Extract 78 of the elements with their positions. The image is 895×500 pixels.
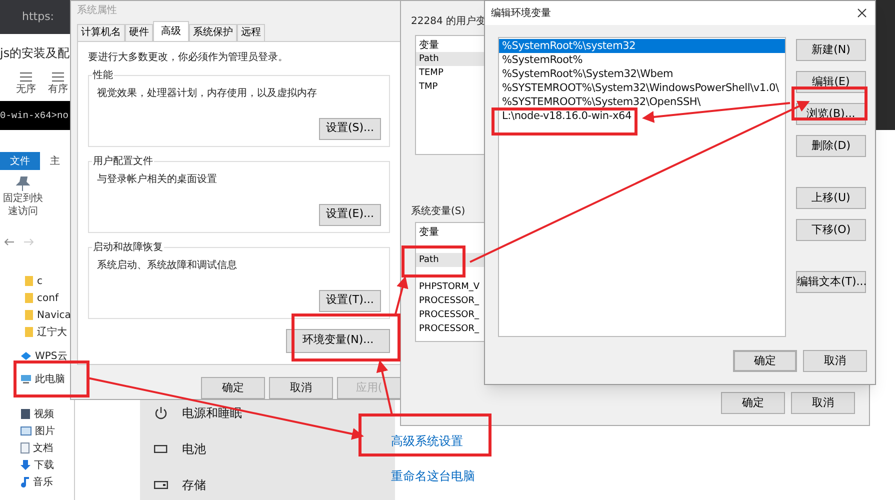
nav-item[interactable]: 视频	[34, 406, 54, 422]
toolbar-label[interactable]: 无序	[16, 82, 36, 97]
tab[interactable]: 硬件	[125, 24, 153, 41]
nav-item[interactable]: 辽宁大	[37, 324, 67, 340]
dialog-button[interactable]: 确定	[201, 377, 265, 399]
annotation-box	[402, 246, 466, 278]
nav-item[interactable]: 下载	[34, 458, 54, 472]
tab[interactable]: 系统保护	[189, 24, 237, 41]
section-title: 系统变量(S)	[411, 204, 466, 219]
dialog-button[interactable]: 设置(T)...	[319, 290, 381, 312]
path-entry[interactable]: %SYSTEMROOT%\System32\WindowsPowerShell\v1.0\	[499, 81, 785, 95]
pin-icon	[16, 176, 30, 192]
back-arrow-icon[interactable]	[4, 238, 14, 246]
dialog-button[interactable]: 环境变量(N)...	[286, 328, 390, 353]
settings-item[interactable]: 电池	[182, 440, 206, 458]
admin-notice: 要进行大多数更改，你必须作为管理员登录。	[88, 50, 289, 65]
music-note-icon	[20, 476, 30, 488]
power-icon	[154, 406, 168, 420]
nav-item[interactable]: conf	[37, 290, 58, 306]
dialog-button[interactable]: 新建(N)	[796, 39, 866, 61]
window-title: 系统属性	[77, 4, 118, 18]
dialog-button[interactable]: 编辑文本(T)...	[796, 271, 866, 293]
column-header: 变量	[418, 226, 440, 239]
folder-icon	[24, 292, 34, 304]
annotation-arrow	[376, 360, 393, 416]
dialog-button[interactable]: 确定	[721, 392, 785, 414]
dialog-button[interactable]: 取消	[803, 350, 867, 372]
folder-icon	[24, 326, 34, 338]
page-title: js的安装及配	[0, 45, 70, 62]
folder-icon	[24, 275, 34, 287]
dialog-button[interactable]: 取消	[269, 377, 333, 399]
storage-drive-icon	[154, 481, 168, 489]
path-entry[interactable]: %SystemRoot%\system32	[499, 39, 785, 53]
path-entry[interactable]: %SystemRoot%	[499, 53, 785, 67]
folder-icon	[24, 309, 34, 321]
document-icon	[20, 442, 30, 454]
nav-item[interactable]: 文档	[33, 440, 53, 456]
terminal-line: 0-win-x64>no	[0, 110, 68, 121]
picture-icon	[20, 426, 32, 436]
group-description: 与登录帐户相关的桌面设置	[97, 172, 218, 187]
annotation-arrow	[394, 276, 408, 316]
nav-item[interactable]: c	[37, 274, 42, 288]
window-title: 编辑环境变量	[491, 6, 551, 20]
dialog-button[interactable]: 上移(U)	[796, 187, 866, 209]
group-description: 系统启动、系统故障和调试信息	[97, 258, 238, 273]
dialog-button[interactable]: 设置(E)...	[319, 204, 381, 226]
dialog-button[interactable]: 设置(S)...	[319, 118, 381, 140]
url-text: https:	[22, 8, 54, 25]
group-description: 视觉效果，处理器计划，内存使用，以及虚拟内存	[97, 86, 318, 101]
dialog-button[interactable]: 确定	[733, 350, 797, 372]
settings-item[interactable]: 存储	[182, 476, 206, 494]
path-entry[interactable]: L:\node-v18.16.0-win-x64	[499, 109, 785, 123]
nav-item[interactable]: 音乐	[33, 474, 53, 490]
settings-link[interactable]: 高级系统设置	[391, 432, 475, 450]
close-icon[interactable]	[857, 8, 867, 18]
list-icon	[20, 72, 32, 82]
nav-item[interactable]: WPS云	[35, 348, 68, 364]
tab[interactable]: 计算机名	[77, 24, 125, 41]
computer-icon	[20, 374, 32, 384]
dialog-button[interactable]: 取消	[791, 392, 855, 414]
nav-item[interactable]: 此电脑	[35, 372, 65, 386]
browser-address-bar[interactable]: https:	[0, 0, 70, 34]
settings-link[interactable]: 重命名这台电脑	[391, 467, 475, 485]
path-entry[interactable]: %SYSTEMROOT%\System32\OpenSSH\	[499, 95, 785, 109]
nav-item[interactable]: 图片	[35, 424, 55, 438]
column-header: 变量	[418, 38, 440, 52]
download-icon	[20, 459, 31, 471]
nav-item[interactable]: Navica	[37, 308, 71, 322]
toolbar-label[interactable]: 有序	[48, 82, 68, 97]
list-icon	[52, 72, 64, 82]
dialog-button[interactable]: 删除(D)	[796, 135, 866, 157]
battery-icon	[154, 445, 168, 453]
tab[interactable]: 远程	[237, 24, 265, 41]
dialog-button[interactable]: 下移(O)	[796, 219, 866, 241]
path-entry[interactable]: %SystemRoot%\System32\Wbem	[499, 67, 785, 81]
ribbon-tab[interactable]: 文件	[0, 152, 40, 170]
pin-button[interactable]: 固定到快速访问	[2, 192, 44, 218]
tab[interactable]: 高级	[153, 20, 189, 41]
